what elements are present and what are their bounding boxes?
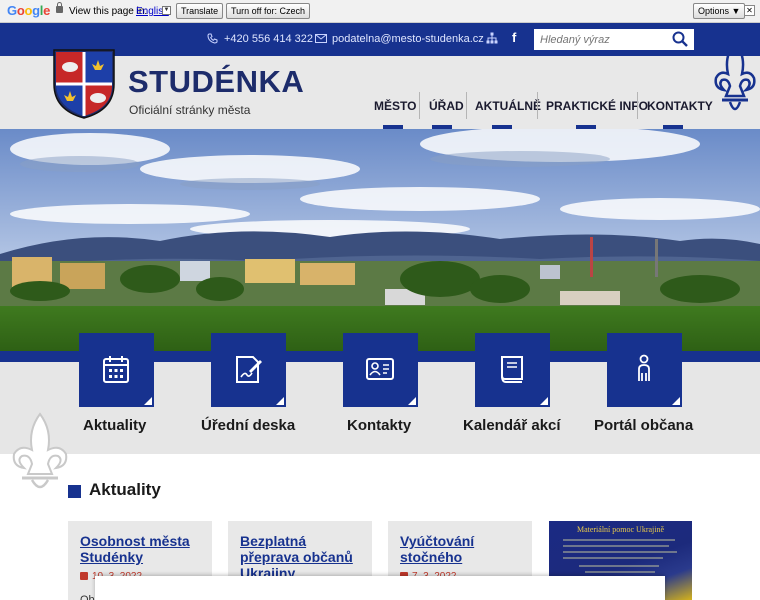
phone-icon	[207, 33, 218, 44]
nav-separator	[419, 92, 420, 119]
google-logo: Google	[7, 3, 51, 18]
translate-bar: Google View this page in: English ▼ Tran…	[0, 0, 760, 23]
tile-corner-arrow	[672, 397, 680, 405]
poster-text-line	[579, 565, 659, 567]
tile-portal-obcana[interactable]	[607, 333, 682, 407]
email-link[interactable]: podatelna@mesto-studenka.cz	[332, 33, 484, 45]
facebook-icon[interactable]: f	[512, 30, 516, 45]
turn-off-button[interactable]: Turn off for: Czech	[226, 3, 311, 19]
tile-aktuality[interactable]	[79, 333, 154, 407]
tile-corner-arrow	[408, 397, 416, 405]
tile-label[interactable]: Kalendář akcí	[463, 417, 561, 434]
book-icon	[501, 356, 523, 383]
news-card-title[interactable]: Osobnost města Studénky	[80, 533, 206, 565]
section-title-aktuality: Aktuality	[89, 480, 161, 499]
tile-corner-arrow	[540, 397, 548, 405]
poster-title: Materiální pomoc Ukrajině	[576, 525, 665, 534]
fleur-de-lis-icon	[714, 40, 756, 111]
fleur-de-lis-watermark-icon	[12, 412, 68, 489]
options-button[interactable]: Options ▼	[693, 3, 746, 19]
news-card-title[interactable]: Bezplatná přeprava občanů Ukrajiny	[240, 533, 366, 581]
coat-of-arms-logo[interactable]	[52, 48, 116, 120]
nav-separator	[537, 92, 538, 119]
tile-label[interactable]: Kontakty	[347, 417, 411, 434]
hero-landscape-image	[0, 129, 760, 362]
person-icon	[638, 354, 650, 381]
poster-text-line	[585, 571, 655, 573]
search-icon[interactable]	[672, 31, 688, 47]
poster-text-line	[563, 539, 675, 541]
tile-label[interactable]: Úřední deska	[201, 417, 295, 434]
calendar-icon	[80, 572, 88, 580]
tile-kalendar-akci[interactable]	[475, 333, 550, 407]
search-input[interactable]	[534, 29, 694, 50]
signing-icon	[236, 356, 262, 383]
nav-item-urad[interactable]: ÚŘAD	[429, 99, 464, 113]
nav-item-kontakty[interactable]: KONTAKTY	[647, 99, 713, 113]
phone-link[interactable]: +420 556 414 322	[224, 33, 313, 45]
language-dropdown-icon[interactable]: ▼	[162, 6, 171, 15]
nav-item-prakticke-info[interactable]: PRAKTICKÉ INFO	[546, 99, 648, 113]
calendar-icon	[103, 356, 129, 383]
tile-label[interactable]: Aktuality	[83, 417, 146, 434]
tile-corner-arrow	[276, 397, 284, 405]
poster-text-line	[563, 557, 663, 559]
news-card-title[interactable]: Vyúčtování stočného	[400, 533, 526, 565]
close-icon[interactable]: ✕	[744, 5, 755, 16]
translate-button[interactable]: Translate	[176, 3, 224, 19]
poster-text-line	[563, 545, 669, 547]
tile-corner-arrow	[144, 397, 152, 405]
tile-kontakty[interactable]	[343, 333, 418, 407]
site-title[interactable]: STUDÉNKA	[128, 64, 304, 100]
nav-item-mesto[interactable]: MĚSTO	[374, 99, 416, 113]
contact-card-icon	[366, 358, 394, 380]
nav-item-aktualne[interactable]: AKTUÁLNĚ	[475, 99, 541, 113]
nav-separator	[466, 92, 467, 119]
poster-text-line	[563, 551, 677, 553]
popup-overlay[interactable]	[95, 576, 665, 600]
site-subtitle: Oficiální stránky města	[129, 103, 251, 117]
news-card-excerpt: Ob	[80, 594, 95, 600]
nav-separator	[637, 92, 638, 119]
lock-icon	[56, 2, 63, 13]
section-marker	[68, 485, 81, 498]
tile-uredni-deska[interactable]	[211, 333, 286, 407]
mail-icon	[315, 34, 327, 43]
tile-label[interactable]: Portál občana	[594, 417, 693, 434]
sitemap-icon[interactable]	[486, 32, 498, 44]
